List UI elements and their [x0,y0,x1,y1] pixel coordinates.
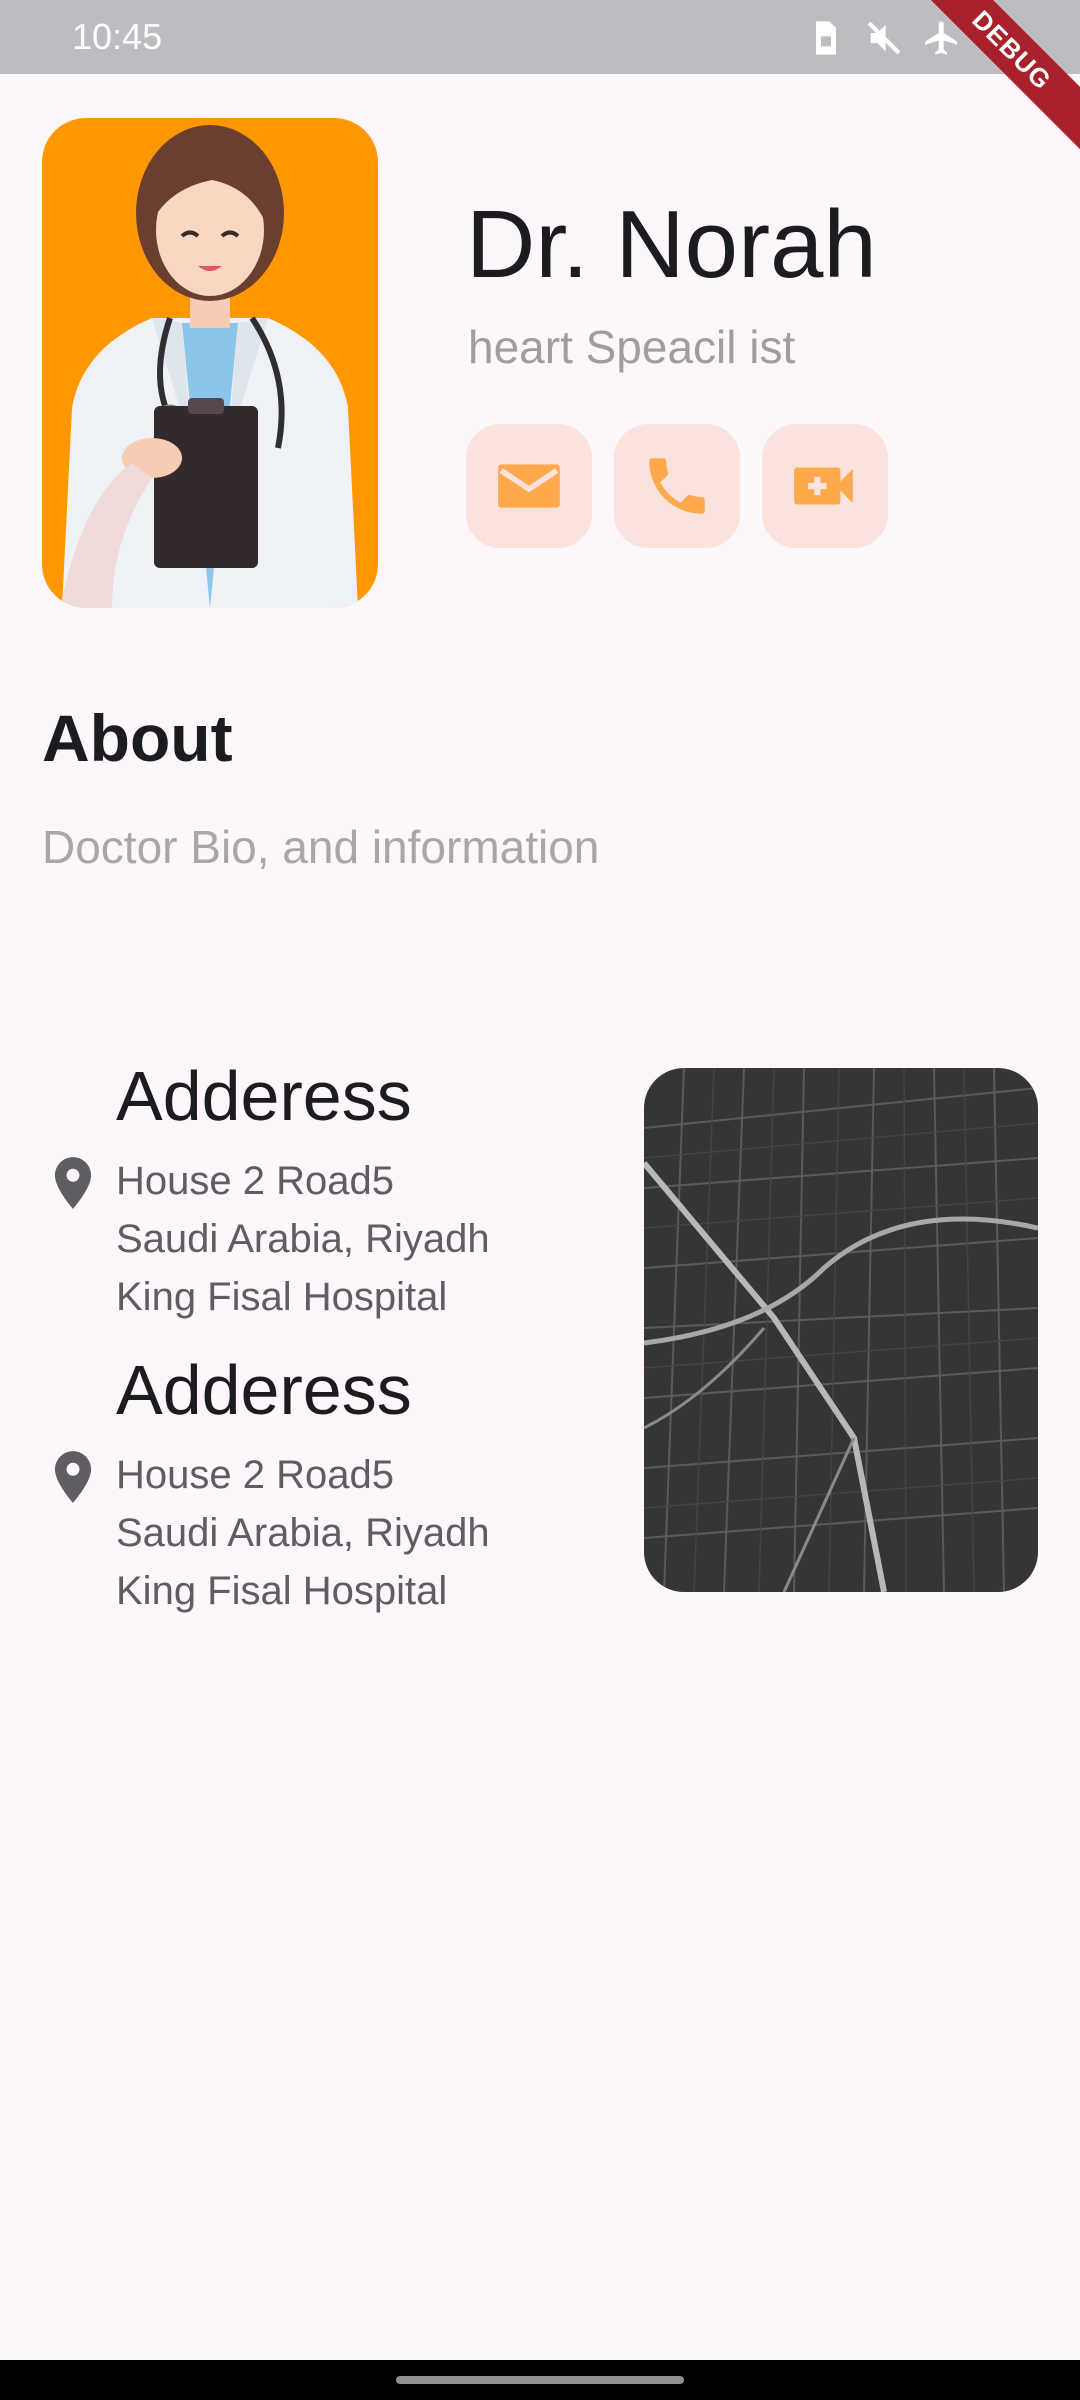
contact-actions [466,424,888,548]
address-block: Adderess House 2 Road5 Saudi Arabia, Riy… [42,1350,602,1613]
doctor-avatar [42,118,378,608]
sim-icon [816,21,836,55]
about-heading: About [42,701,233,775]
mail-icon [498,464,560,508]
address-lines: House 2 Road5 Saudi Arabia, Riyadh King … [116,1446,490,1620]
system-nav-bar [0,2360,1080,2400]
video-call-button[interactable] [762,424,888,548]
email-button[interactable] [466,424,592,548]
address-line: House 2 Road5 [116,1159,394,1203]
phone-icon [649,458,705,514]
doctor-specialty: heart Speacil ist [468,321,796,373]
status-time: 10:45 [72,16,163,57]
address-block: Adderess House 2 Road5 Saudi Arabia, Riy… [42,1056,602,1319]
address-line: House 2 Road5 [116,1453,394,1497]
address-line: Saudi Arabia, Riyadh [116,1217,490,1261]
video-call-icon [794,467,853,505]
location-pin-icon [54,1157,92,1209]
address-lines: House 2 Road5 Saudi Arabia, Riyadh King … [116,1152,490,1326]
address-line: King Fisal Hospital [116,1275,448,1319]
map-streets [644,1068,1038,1592]
address-line: King Fisal Hospital [116,1569,448,1613]
address-title: Adderess [116,1057,412,1135]
call-button[interactable] [614,424,740,548]
address-line: Saudi Arabia, Riyadh [116,1511,490,1555]
status-bar: 10:45 [0,0,1080,74]
doctor-illustration [60,125,358,608]
location-pin-icon [54,1451,92,1503]
location-map[interactable] [644,1068,1038,1592]
about-bio: Doctor Bio, and information [42,821,600,873]
address-title: Adderess [116,1351,412,1429]
mute-icon [867,21,901,55]
home-gesture-handle[interactable] [396,2376,684,2384]
doctor-name: Dr. Norah [466,191,877,298]
